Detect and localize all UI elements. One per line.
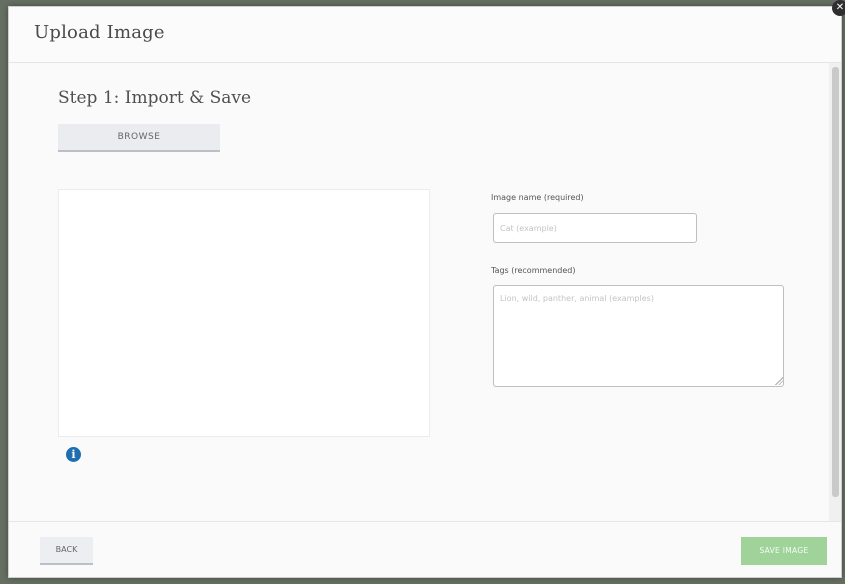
textarea-resize-handle[interactable] [775, 377, 783, 385]
browse-button[interactable]: BROWSE [58, 124, 220, 152]
upload-image-modal: Upload Image ✕ Step 1: Import & Save BRO… [8, 0, 845, 578]
back-button[interactable]: BACK [40, 537, 93, 565]
image-name-input[interactable] [493, 213, 697, 243]
modal-header: Upload Image [9, 7, 841, 63]
save-image-button[interactable]: SAVE IMAGE [741, 537, 827, 565]
close-icon[interactable]: ✕ [832, 0, 845, 16]
modal-title: Upload Image [34, 22, 165, 43]
image-preview-area[interactable] [58, 189, 430, 437]
info-icon[interactable]: i [66, 447, 81, 462]
image-name-label: Image name (required) [491, 193, 584, 202]
step-title: Step 1: Import & Save [58, 88, 252, 108]
tags-input[interactable] [493, 285, 784, 387]
tags-label: Tags (recommended) [491, 266, 576, 275]
scrollbar-thumb[interactable] [832, 67, 839, 497]
modal-body: Step 1: Import & Save BROWSE i Image nam… [9, 63, 831, 523]
modal-scrollbar[interactable] [829, 63, 841, 523]
modal-footer: BACK SAVE IMAGE [9, 521, 841, 577]
